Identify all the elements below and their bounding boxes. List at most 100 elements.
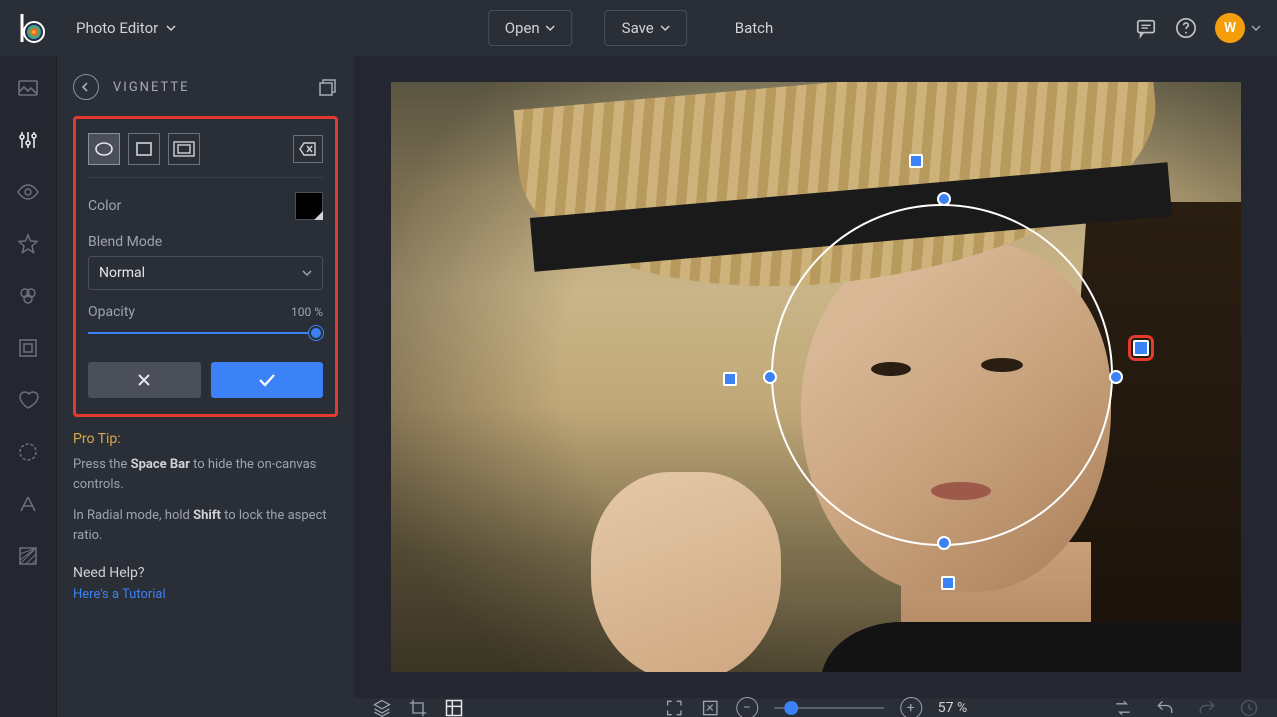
panel-title: VIGNETTE (113, 80, 304, 95)
tool-gear-icon[interactable] (16, 440, 40, 464)
shape-rect[interactable] (128, 133, 160, 165)
zoom-slider[interactable] (774, 707, 884, 709)
blend-value: Normal (99, 265, 145, 281)
cancel-button[interactable] (88, 362, 201, 398)
handle-feather-left[interactable] (723, 372, 737, 386)
opacity-label: Opacity (88, 304, 135, 320)
handle-feather-right[interactable] (1133, 340, 1149, 356)
back-button[interactable] (73, 74, 99, 100)
app-menu[interactable]: Photo Editor (66, 13, 186, 43)
opacity-row: Opacity 100 % (88, 304, 323, 320)
feedback-icon[interactable] (1135, 17, 1157, 39)
color-label: Color (88, 198, 121, 214)
tool-strip (0, 56, 56, 717)
reset-shape-button[interactable] (293, 135, 323, 163)
need-help-title: Need Help? (73, 565, 338, 581)
chevron-down-icon (166, 23, 176, 33)
layers-icon[interactable] (372, 698, 392, 717)
header-center: Open Save Batch (488, 10, 790, 46)
tool-image-icon[interactable] (16, 76, 40, 100)
save-label: Save (622, 19, 654, 37)
app-logo-icon (16, 12, 48, 44)
shape-picker (88, 133, 323, 178)
bb-left-group (372, 698, 464, 717)
slider-thumb[interactable] (309, 326, 323, 340)
opacity-value: 100 % (291, 305, 323, 319)
tool-heart-icon[interactable] (16, 388, 40, 412)
color-swatch[interactable] (295, 192, 323, 220)
protip-title: Pro Tip: (73, 431, 338, 447)
tool-frame-icon[interactable] (16, 336, 40, 360)
compare-icon[interactable] (1113, 698, 1133, 717)
canvas[interactable] (354, 56, 1277, 698)
fit-screen-icon[interactable] (664, 698, 684, 717)
header-right: W (1135, 13, 1261, 43)
blend-label: Blend Mode (88, 234, 323, 250)
tool-texture-icon[interactable] (16, 544, 40, 568)
tool-eye-icon[interactable] (16, 180, 40, 204)
actual-size-icon[interactable] (700, 698, 720, 717)
chevron-down-icon (302, 268, 312, 278)
app-name-label: Photo Editor (76, 19, 158, 37)
shape-ellipse[interactable] (88, 133, 120, 165)
protip-1: Press the Space Bar to hide the on-canva… (73, 455, 338, 494)
zoom-thumb[interactable] (784, 701, 798, 715)
color-row: Color (88, 192, 323, 220)
tool-adjust-icon[interactable] (16, 128, 40, 152)
canvas-area: − + 57 % (354, 56, 1277, 717)
apply-button[interactable] (211, 362, 324, 398)
tool-effects-icon[interactable] (16, 284, 40, 308)
crop-icon[interactable] (408, 698, 428, 717)
handle-bottom[interactable] (937, 536, 951, 550)
chevron-down-icon (1251, 23, 1261, 33)
zoom-out-button[interactable]: − (736, 697, 758, 717)
tutorial-link[interactable]: Here's a Tutorial (73, 587, 338, 602)
shape-frame[interactable] (168, 133, 200, 165)
batch-label: Batch (735, 19, 774, 37)
tool-text-icon[interactable] (16, 492, 40, 516)
chevron-down-icon (660, 23, 670, 33)
frame-icon (173, 141, 195, 157)
arrow-left-icon (80, 81, 92, 93)
subject-face (801, 242, 1111, 592)
photo[interactable] (391, 82, 1241, 672)
zoom-value: 57 % (938, 700, 967, 716)
tool-star-icon[interactable] (16, 232, 40, 256)
subject-lips (931, 482, 991, 500)
open-label: Open (505, 19, 540, 37)
slider-track (88, 332, 323, 334)
handle-feather-bottom[interactable] (941, 576, 955, 590)
history-icon[interactable] (1239, 698, 1259, 717)
handle-left[interactable] (763, 370, 777, 384)
handle-feather-top[interactable] (909, 154, 923, 168)
check-icon (257, 372, 277, 388)
undo-icon[interactable] (1155, 698, 1175, 717)
zoom-in-button[interactable]: + (900, 697, 922, 717)
close-icon (136, 372, 152, 388)
handle-right[interactable] (1109, 370, 1123, 384)
user-menu[interactable]: W (1215, 13, 1261, 43)
confirm-row (88, 362, 323, 398)
subject-hand (591, 472, 781, 672)
batch-button[interactable]: Batch (719, 10, 790, 46)
save-button[interactable]: Save (605, 10, 687, 46)
handle-top[interactable] (937, 192, 951, 206)
opacity-slider[interactable] (88, 324, 323, 342)
help-icon[interactable] (1175, 17, 1197, 39)
open-button[interactable]: Open (488, 10, 573, 46)
bb-right-group (1113, 698, 1259, 717)
redo-icon[interactable] (1197, 698, 1217, 717)
chevron-down-icon (546, 23, 556, 33)
app-header: Photo Editor Open Save Batch W (0, 0, 1277, 56)
bb-center-group: − + 57 % (664, 697, 967, 717)
ellipse-icon (94, 141, 114, 157)
settings-box: Color Blend Mode Normal Opacity 100 % (73, 116, 338, 417)
subject-dress (821, 622, 1241, 672)
rect-icon (135, 141, 153, 157)
grid-icon[interactable] (444, 698, 464, 717)
vignette-panel: VIGNETTE Color Blend Mode Normal Opac (56, 56, 354, 717)
blend-mode-select[interactable]: Normal (88, 256, 323, 290)
duplicate-icon[interactable] (318, 77, 338, 97)
avatar: W (1215, 13, 1245, 43)
backspace-icon (299, 141, 317, 157)
